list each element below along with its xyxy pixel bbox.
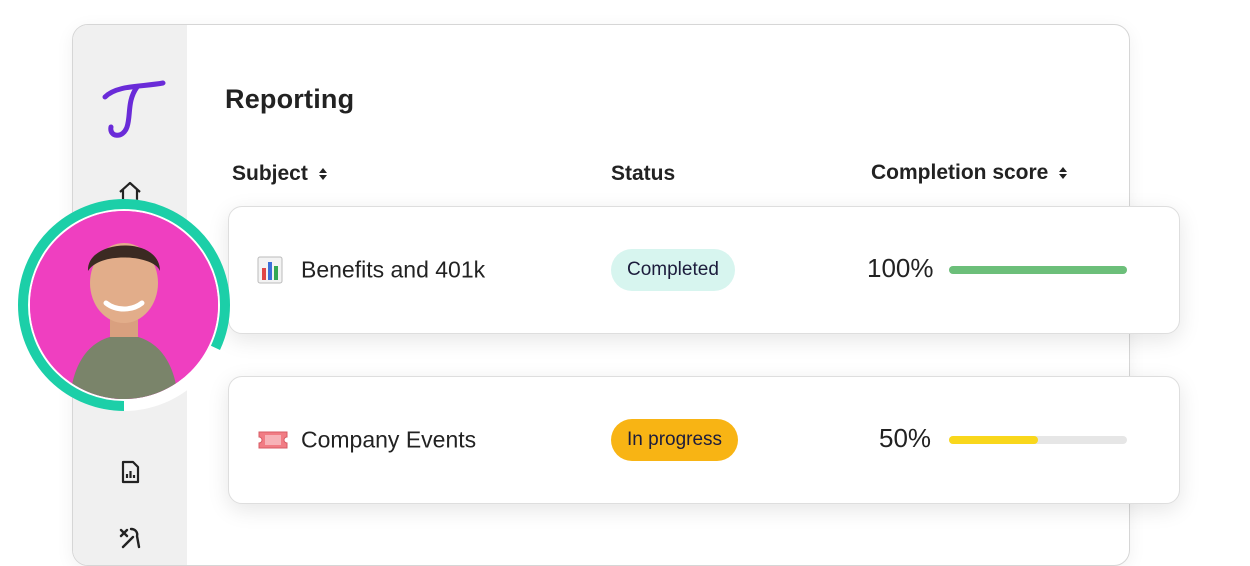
page-title: Reporting — [225, 84, 355, 114]
row-subject: Company Events — [301, 426, 477, 453]
report-icon[interactable] — [117, 459, 143, 485]
sort-icon[interactable] — [1058, 165, 1068, 181]
avatar-photo — [30, 211, 218, 399]
score-header-label: Completion score — [871, 161, 1049, 184]
logo-icon[interactable] — [97, 75, 169, 143]
avatar — [12, 193, 236, 417]
ticket-icon — [258, 431, 288, 449]
table-row[interactable]: Benefits and 401k Completed 100% — [228, 206, 1180, 334]
score-value: 100% — [867, 252, 934, 283]
progress-fill — [949, 266, 1127, 274]
progress-fill — [949, 436, 1038, 444]
row-subject: Benefits and 401k — [301, 256, 486, 283]
subject-column-header[interactable]: Subject — [232, 162, 328, 186]
status-header-label: Status — [611, 162, 676, 185]
subject-header-label: Subject — [232, 162, 308, 185]
bar-chart-icon — [257, 256, 283, 284]
table-row[interactable]: Company Events In progress 50% — [228, 376, 1180, 504]
score-value: 50% — [879, 422, 932, 453]
score-column-header[interactable]: Completion score — [871, 161, 1068, 185]
progress-bar — [949, 436, 1127, 444]
tools-icon[interactable] — [117, 525, 143, 551]
sort-icon[interactable] — [318, 166, 328, 182]
status-badge: In progress — [611, 419, 739, 461]
status-badge: Completed — [611, 249, 735, 291]
status-column-header: Status — [611, 162, 675, 186]
progress-bar — [949, 266, 1127, 274]
